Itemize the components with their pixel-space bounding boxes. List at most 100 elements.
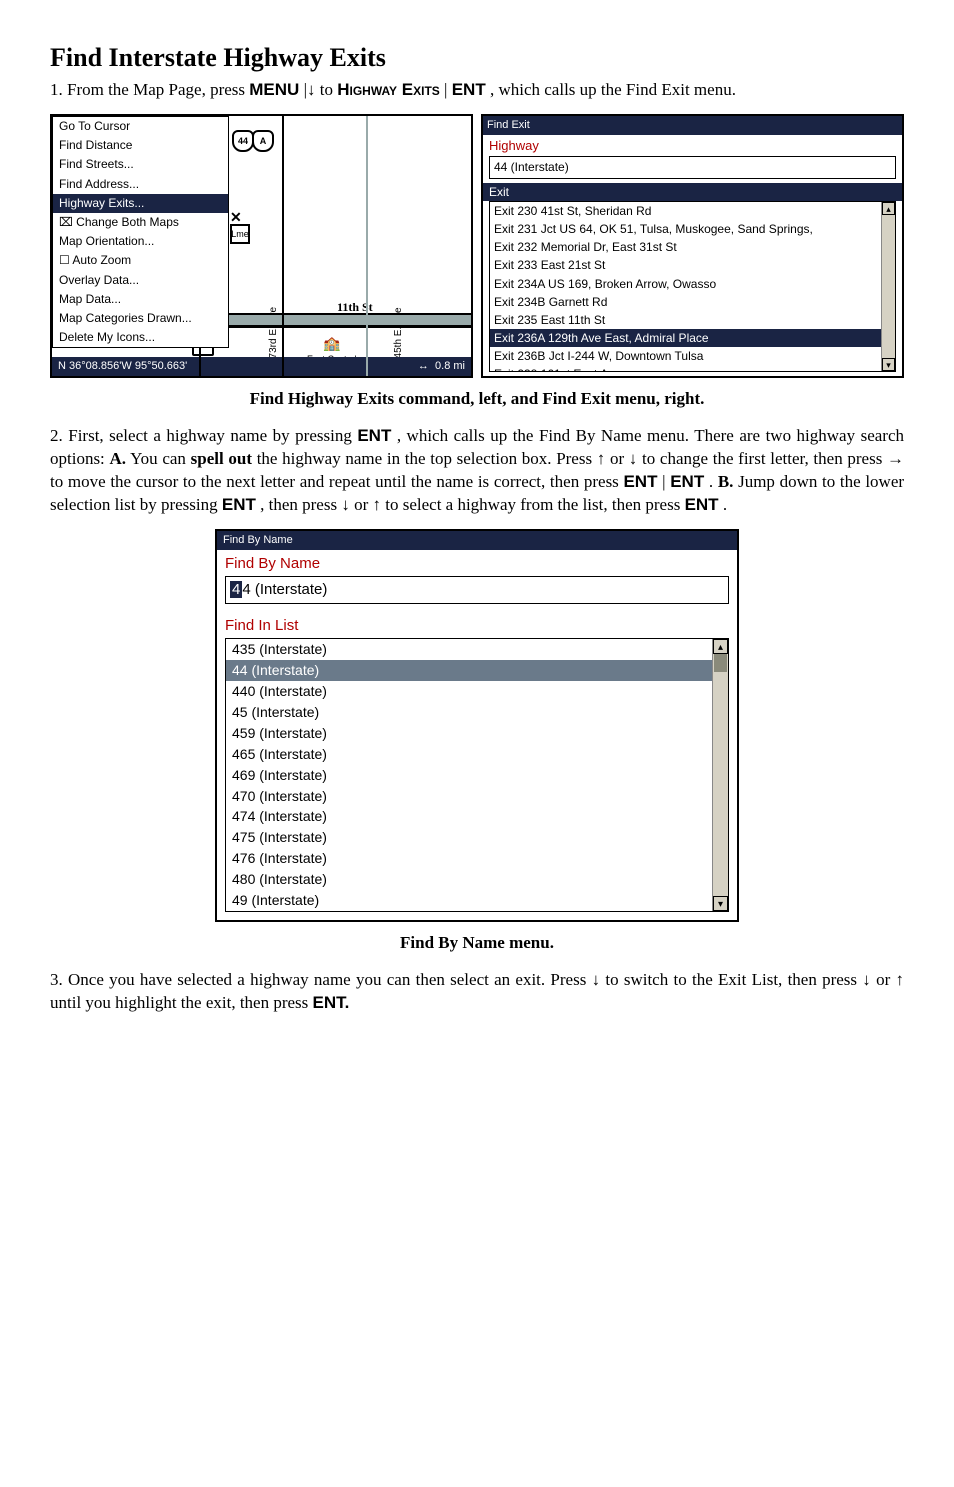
- highway-input[interactable]: 44 (Interstate): [489, 156, 896, 178]
- label-173rd-ave: 173rd E. Ave: [267, 307, 281, 364]
- list-item[interactable]: 470 (Interstate): [226, 786, 728, 807]
- context-menu-item[interactable]: Map Categories Drawn...: [53, 309, 228, 328]
- find-by-name-panel: Find By Name Find By Name 44 (Interstate…: [215, 529, 739, 922]
- exit-list-item[interactable]: Exit 231 Jct US 64, OK 51, Tulsa, Muskog…: [490, 220, 895, 238]
- p2-text: , then press ↓ or ↑ to select a highway …: [260, 495, 684, 514]
- scroll-thumb[interactable]: [714, 654, 727, 672]
- paragraph-1: 1. From the Map Page, press MENU |↓ to H…: [50, 79, 904, 102]
- exit-list-item[interactable]: Exit 236B Jct I-244 W, Downtown Tulsa: [490, 347, 895, 365]
- scroll-track[interactable]: [882, 215, 895, 358]
- p2-text: |: [662, 472, 665, 491]
- find-exit-panel: Find Exit Highway 44 (Interstate) Exit E…: [481, 114, 904, 378]
- context-menu-item[interactable]: Map Orientation...: [53, 232, 228, 251]
- map-page-panel: Go To CursorFind DistanceFind Streets...…: [50, 114, 473, 378]
- list-item[interactable]: 435 (Interstate): [226, 639, 728, 660]
- list-item[interactable]: 480 (Interstate): [226, 869, 728, 890]
- status-lon: W 95°50.663': [121, 359, 187, 374]
- exit-list-item[interactable]: Exit 234B Garnett Rd: [490, 293, 895, 311]
- figure-duo: Go To CursorFind DistanceFind Streets...…: [50, 114, 904, 378]
- figure-caption-2: Find By Name menu.: [50, 932, 904, 955]
- p1-text: 1. From the Map Page, press: [50, 80, 249, 99]
- scroll-down-icon[interactable]: ▾: [882, 358, 895, 371]
- list-item[interactable]: 459 (Interstate): [226, 723, 728, 744]
- section-exit-header: Exit: [483, 183, 902, 201]
- p2-text: 2. First, select a highway name by press…: [50, 426, 357, 445]
- exit-list-item[interactable]: Exit 234A US 169, Broken Arrow, Owasso: [490, 275, 895, 293]
- interstate-shield: 44: [232, 130, 254, 152]
- spell-out: spell out: [191, 449, 252, 468]
- scroll-up-icon[interactable]: ▴: [713, 639, 728, 654]
- find-by-name-label: Find By Name: [217, 550, 737, 576]
- p2-text: .: [709, 472, 718, 491]
- page-title: Find Interstate Highway Exits: [50, 40, 904, 75]
- key-ent: ENT.: [313, 993, 350, 1012]
- context-menu-item[interactable]: Highway Exits...: [53, 194, 228, 213]
- center-name: Lme: [230, 224, 250, 244]
- list-item[interactable]: 469 (Interstate): [226, 765, 728, 786]
- list-item[interactable]: 440 (Interstate): [226, 681, 728, 702]
- list-item[interactable]: 476 (Interstate): [226, 848, 728, 869]
- context-menu-item[interactable]: ⌧ Change Both Maps: [53, 213, 228, 232]
- list-item[interactable]: 474 (Interstate): [226, 806, 728, 827]
- p1-text: |↓ to: [304, 80, 338, 99]
- context-menu: Go To CursorFind DistanceFind Streets...…: [52, 116, 229, 348]
- name-input[interactable]: 44 (Interstate): [225, 576, 729, 604]
- status-scale: 0.8 mi: [435, 360, 465, 372]
- list-item[interactable]: 465 (Interstate): [226, 744, 728, 765]
- context-menu-item[interactable]: Overlay Data...: [53, 271, 228, 290]
- option-a: A.: [109, 449, 126, 468]
- map-status-bar: N 36°08.856' W 95°50.663' ↔ 0.8 mi: [52, 357, 471, 376]
- exit-list-item[interactable]: Exit 230 41st St, Sheridan Rd: [490, 202, 895, 220]
- exit-list-item[interactable]: Exit 235 East 11th St: [490, 311, 895, 329]
- dialog-title: Find Exit: [483, 116, 902, 135]
- context-menu-item[interactable]: Find Streets...: [53, 155, 228, 174]
- context-menu-item[interactable]: Map Data...: [53, 290, 228, 309]
- p3-text: 3. Once you have selected a highway name…: [50, 970, 904, 1012]
- exit-list[interactable]: Exit 230 41st St, Sheridan RdExit 231 Jc…: [489, 201, 896, 372]
- key-ent: ENT: [670, 472, 704, 491]
- find-in-list-label: Find In List: [217, 612, 737, 638]
- input-rest: 4 (Interstate): [242, 581, 327, 598]
- scrollbar[interactable]: ▴ ▾: [712, 639, 728, 911]
- list-item[interactable]: 45 (Interstate): [226, 702, 728, 723]
- scroll-up-icon[interactable]: ▴: [882, 202, 895, 215]
- street-label-11th-b: 11th St: [337, 299, 373, 315]
- scrollbar[interactable]: ▴ ▾: [881, 202, 895, 371]
- exit-list-item[interactable]: Exit 238 161st East Ave: [490, 365, 895, 372]
- find-in-list[interactable]: 435 (Interstate)44 (Interstate)440 (Inte…: [225, 638, 729, 912]
- section-highway-label: Highway: [483, 135, 902, 155]
- list-item[interactable]: 475 (Interstate): [226, 827, 728, 848]
- exit-list-item[interactable]: Exit 233 East 21st St: [490, 256, 895, 274]
- scroll-down-icon[interactable]: ▾: [713, 896, 728, 911]
- input-cursor: 4: [230, 581, 242, 598]
- paragraph-3: 3. Once you have selected a highway name…: [50, 969, 904, 1015]
- p1-text: |: [444, 80, 447, 99]
- shield-a-value: A: [252, 130, 274, 152]
- exit-list-item[interactable]: Exit 232 Memorial Dr, East 31st St: [490, 238, 895, 256]
- context-menu-item[interactable]: Find Distance: [53, 136, 228, 155]
- option-b: B.: [718, 472, 734, 491]
- figure-caption-1: Find Highway Exits command, left, and Fi…: [50, 388, 904, 411]
- key-ent: ENT: [452, 80, 486, 99]
- key-ent: ENT: [685, 495, 719, 514]
- key-ent: ENT: [623, 472, 657, 491]
- key-ent: ENT: [222, 495, 256, 514]
- menu-highway-exits: Highway Exits: [337, 80, 440, 99]
- key-ent: ENT: [357, 426, 391, 445]
- p1-text: , which calls up the Find Exit menu.: [490, 80, 736, 99]
- figure-find-by-name: Find By Name Find By Name 44 (Interstate…: [50, 529, 904, 922]
- context-menu-item[interactable]: ☐ Auto Zoom: [53, 251, 228, 270]
- status-lat: N 36°08.856': [58, 359, 121, 374]
- context-menu-item[interactable]: Delete My Icons...: [53, 328, 228, 347]
- p2-text: You can: [130, 449, 191, 468]
- p2-text: .: [723, 495, 727, 514]
- context-menu-item[interactable]: Find Address...: [53, 175, 228, 194]
- status-arrow-icon: ↔: [418, 360, 429, 372]
- list-item[interactable]: 49 (Interstate): [226, 890, 728, 911]
- paragraph-2: 2. First, select a highway name by press…: [50, 425, 904, 517]
- label-245th-ave: 245th E. Ave: [392, 308, 406, 365]
- list-item[interactable]: 44 (Interstate): [226, 660, 728, 681]
- exit-list-item[interactable]: Exit 236A 129th Ave East, Admiral Place: [490, 329, 895, 347]
- key-menu: MENU: [249, 80, 299, 99]
- context-menu-item[interactable]: Go To Cursor: [53, 117, 228, 136]
